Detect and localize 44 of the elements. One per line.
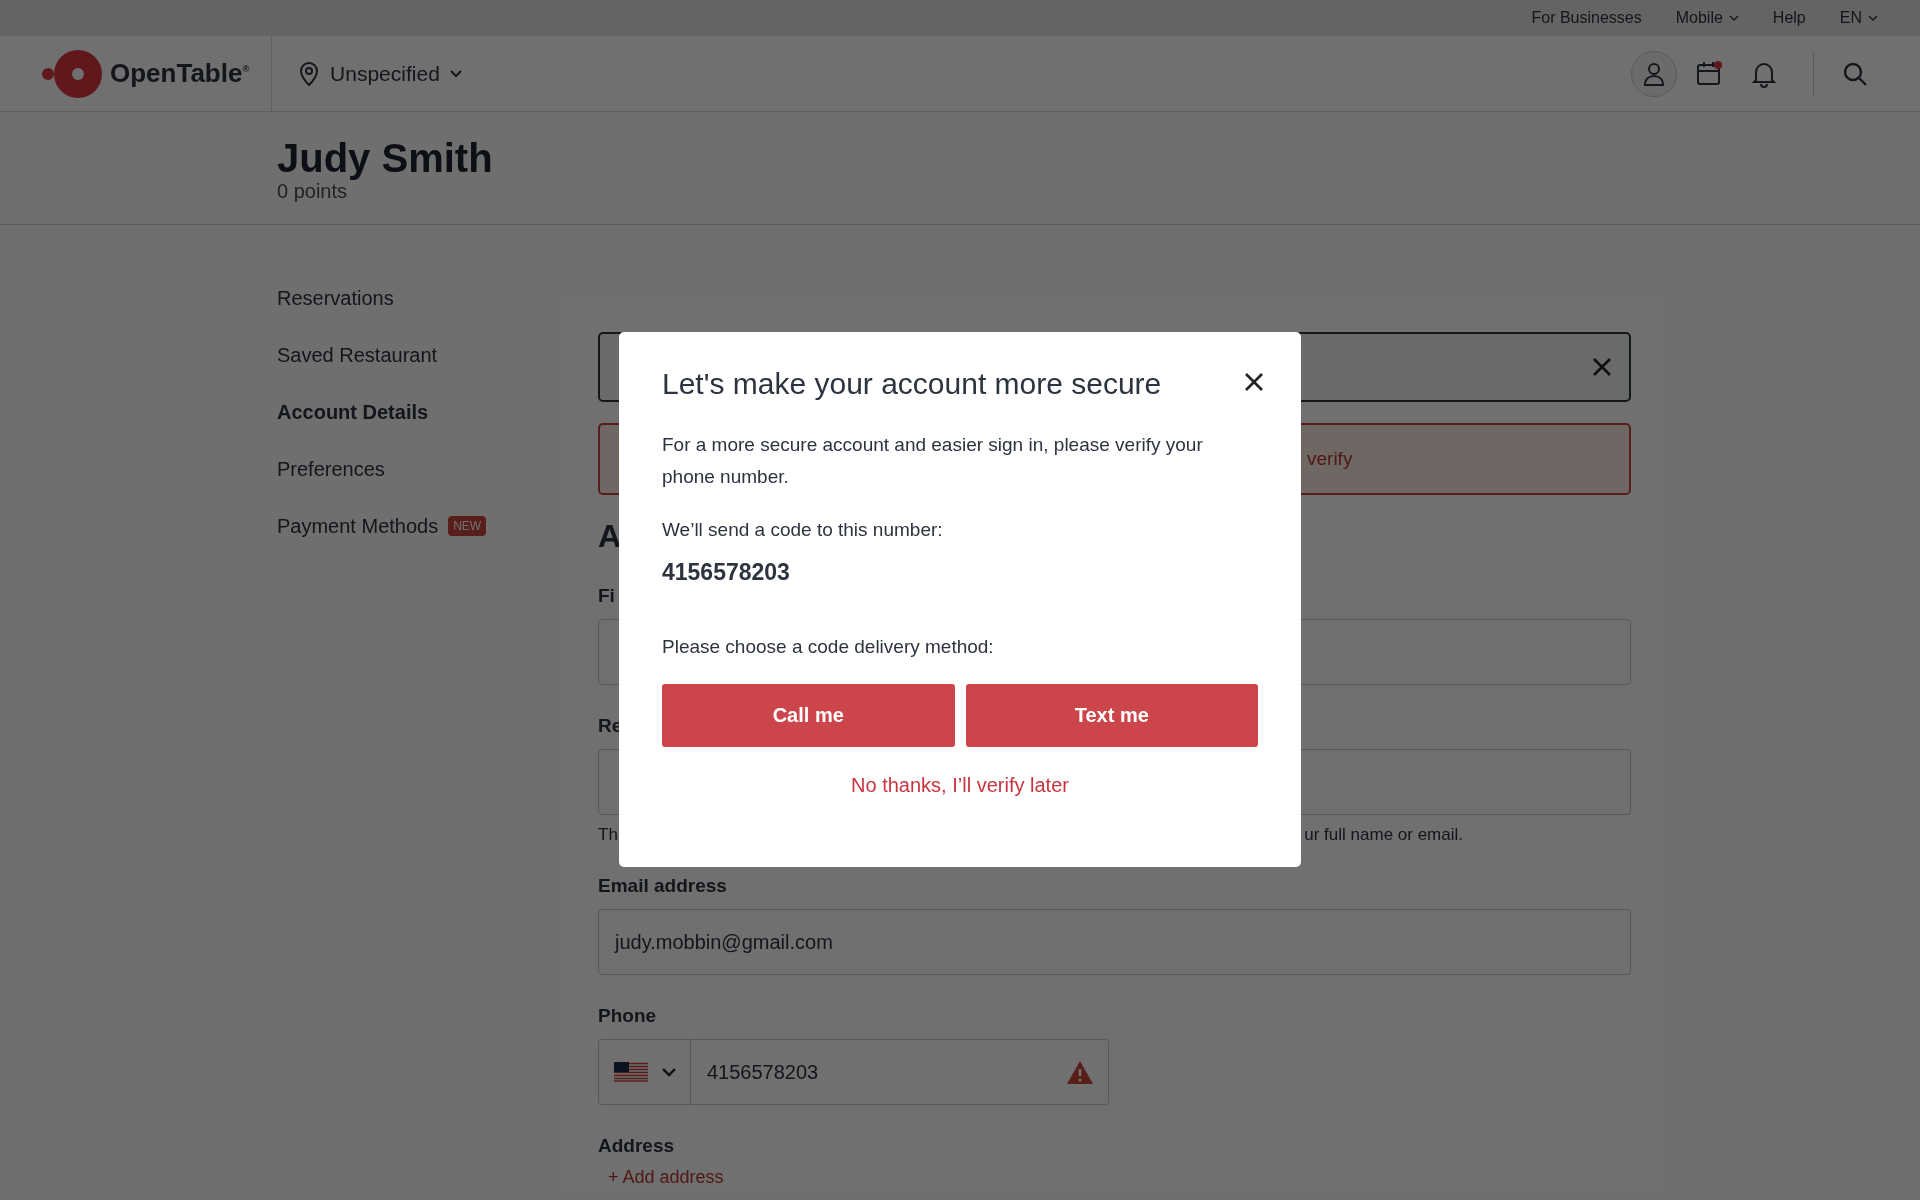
verify-later-link[interactable]: No thanks, I’ll verify later: [851, 774, 1069, 796]
sidebar-item[interactable]: Account Details: [277, 400, 429, 424]
logo-text[interactable]: OpenTable$^{®}$: [110, 58, 250, 89]
new-badge: NEW: [448, 516, 487, 536]
pin-icon: [298, 60, 321, 87]
top-link[interactable]: Mobile: [1675, 9, 1739, 27]
profile-button[interactable]: [1631, 50, 1677, 97]
add-address-link[interactable]: + Add address: [608, 1167, 724, 1189]
top-link[interactable]: For Businesses: [1531, 9, 1642, 27]
alert-text: verify: [1307, 448, 1353, 470]
caret-icon: [661, 1067, 676, 1077]
field-label: Email address: [598, 875, 727, 898]
field-label: Address: [598, 1135, 675, 1158]
dialog-message: Please choose a code delivery method:: [662, 636, 995, 658]
calendar-icon: [1695, 59, 1723, 88]
section-heading: A: [598, 517, 622, 556]
points-count: 0 points: [277, 180, 349, 203]
dialog-title: Let's make your account more secure: [662, 366, 1163, 402]
user-icon: [1642, 60, 1666, 87]
sidebar-item[interactable]: Payment Methods: [277, 514, 439, 538]
field-hint: ur full name or email.: [1304, 825, 1463, 846]
dialog-message: For a more secure account and easier sign in, please verify your phone number.: [662, 433, 1204, 489]
caret-icon: [449, 69, 462, 78]
phone-number: 4156578203: [662, 559, 791, 586]
top-link[interactable]: Help: [1772, 9, 1806, 27]
close-icon[interactable]: [1244, 372, 1264, 392]
input-field[interactable]: judy.mobbin@gmail.com: [598, 909, 1631, 976]
delivery-button[interactable]: Text me: [965, 684, 1258, 747]
sidebar-item[interactable]: Reservations: [277, 286, 394, 310]
sidebar-item[interactable]: Preferences: [277, 457, 385, 481]
top-link[interactable]: EN: [1839, 9, 1878, 27]
flag-icon: [613, 1062, 648, 1083]
search-icon: [1842, 60, 1868, 87]
logo-icon[interactable]: [42, 49, 102, 98]
field-label: Phone: [598, 1005, 657, 1028]
field-label: Fi: [598, 585, 615, 608]
country-selector[interactable]: [598, 1039, 691, 1106]
location-selector[interactable]: Unspecified: [294, 60, 466, 87]
phone-field[interactable]: 4156578203: [691, 1039, 1109, 1106]
profile-name: Judy Smith: [277, 136, 494, 180]
sidebar-item[interactable]: Saved Restaurant: [277, 343, 438, 367]
dialog-message: We’ll send a code to this number:: [662, 519, 944, 541]
delivery-button[interactable]: Call me: [662, 684, 955, 747]
field-hint: Th: [598, 825, 618, 846]
